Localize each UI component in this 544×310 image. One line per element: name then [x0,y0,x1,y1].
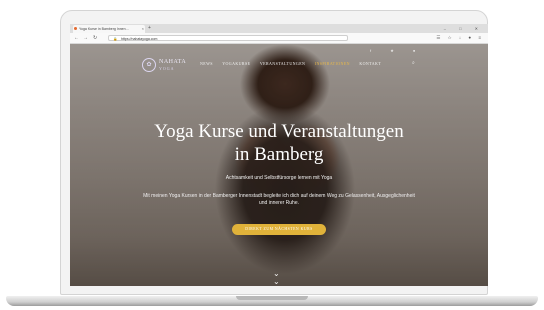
tab-close-icon[interactable]: × [142,25,144,33]
navigation-bar: ← → ↻ 🔒 https://nahatayoga.com ☰ ☆ ↓ ● ≡ [70,33,488,44]
website-hero: ✿ NAHATA YOGA NEWS YOGAKURSE VERANSTALTU… [70,44,488,286]
tab-bar: Yoga Kurse in Bamberg Innen… × + – □ ✕ [70,24,488,33]
main-menu: NEWS YOGAKURSE VERANSTALTUNGEN INSPIRATI… [200,61,389,66]
browser-toolbar-icons[interactable]: ☰ ☆ ↓ ● ≡ [436,33,484,43]
window-controls[interactable]: – □ ✕ [444,24,484,33]
hero-title: Yoga Kurse und Veranstaltungen in Bamber… [70,120,488,166]
laptop-notch [236,296,308,300]
logo-name: NAHATA [159,59,187,65]
menu-item-kontakt[interactable]: KONTAKT [359,61,381,66]
lock-icon: 🔒 [113,37,118,41]
forward-button[interactable]: → [83,34,88,42]
scroll-down-chevron-icon[interactable]: ⌄ ⌄ [273,270,280,286]
hero-title-line2: in Bamberg [234,144,324,165]
lotus-icon: ✿ [142,58,156,72]
menu-item-news[interactable]: NEWS [200,61,213,66]
favicon-icon [74,27,77,30]
menu-item-veranstaltungen[interactable]: VERANSTALTUNGEN [260,61,306,66]
hero-description: Mit meinen Yoga Kursen in der Bamberger … [143,193,415,206]
tab-title: Yoga Kurse in Bamberg Innen… [79,27,130,31]
search-icon[interactable]: ⌕ [412,60,415,66]
new-tab-button[interactable]: + [148,25,151,32]
logo-subtitle: YOGA [159,66,175,71]
social-icons[interactable]: f ★ ● [370,48,424,53]
hero-title-line1: Yoga Kurse und Veranstaltungen [154,121,404,142]
reload-button[interactable]: ↻ [93,34,97,42]
menu-item-yogakurse[interactable]: YOGAKURSE [222,61,250,66]
browser-tab[interactable]: Yoga Kurse in Bamberg Innen… × [73,25,145,33]
back-button[interactable]: ← [74,34,79,42]
url-text: https://nahatayoga.com [121,37,158,41]
url-bar[interactable]: 🔒 https://nahatayoga.com [108,35,348,41]
hero-subtitle: Achtsamkeit und Selbstfürsorge lernen mi… [225,175,333,181]
browser-window: Yoga Kurse in Bamberg Innen… × + – □ ✕ ←… [70,24,488,286]
next-course-button[interactable]: DIREKT ZUM NÄCHSTEN KURS [232,224,326,235]
menu-item-inspirationen[interactable]: INSPIRATIONEN [315,61,350,66]
